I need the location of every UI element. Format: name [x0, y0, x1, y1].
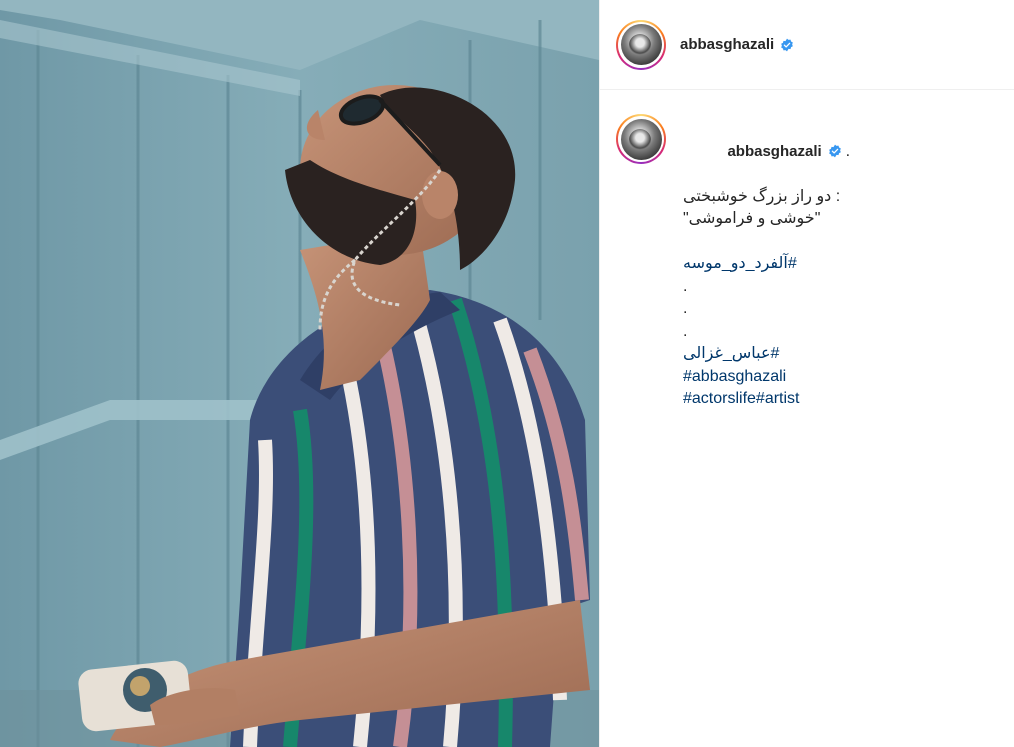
post-photo[interactable]: [0, 0, 599, 747]
post-photo-illustration: [0, 0, 599, 747]
caption-text-line: "خوشی و فراموشی": [683, 210, 821, 227]
caption-verified-badge-icon: [828, 144, 841, 157]
avatar-image: [620, 24, 662, 65]
post-sidebar: abbasghazali abbasghazali . : دو راز بزر…: [599, 0, 1014, 747]
caption-text-line: .: [683, 322, 688, 340]
header-username[interactable]: abbasghazali: [680, 36, 774, 53]
caption-comment: abbasghazali . : دو راز بزرگ خوشبختی "خوش…: [600, 90, 1014, 411]
caption-lines: : دو راز بزرگ خوشبختی "خوشی و فراموشی" #آل…: [683, 186, 850, 411]
caption-hashtag-link[interactable]: #actorslife#artist: [683, 388, 850, 411]
caption-text-line: .: [683, 300, 688, 317]
caption-username[interactable]: abbasghazali: [727, 143, 821, 160]
caption-first-line-suffix: .: [845, 142, 851, 160]
instagram-post: abbasghazali abbasghazali . : دو راز بزر…: [0, 0, 1014, 747]
verified-badge-icon: [781, 38, 794, 51]
caption-avatar[interactable]: [616, 114, 666, 164]
caption-hashtag-link[interactable]: #abbasghazali: [683, 366, 850, 389]
post-header: abbasghazali: [600, 0, 1014, 90]
caption-text-line: : دو راز بزرگ خوشبختی: [683, 187, 841, 205]
caption-body: abbasghazali . : دو راز بزرگ خوشبختی "خوش…: [683, 118, 850, 411]
profile-avatar[interactable]: [616, 19, 666, 70]
caption-avatar-image: [620, 118, 662, 160]
caption-hashtag-link[interactable]: #عباس_غزالی: [683, 343, 850, 366]
caption-hashtag-link[interactable]: #آلفرد_دو_موسه: [683, 253, 850, 276]
caption-text-line: .: [683, 277, 688, 295]
caption-first-line: abbasghazali .: [683, 118, 850, 186]
